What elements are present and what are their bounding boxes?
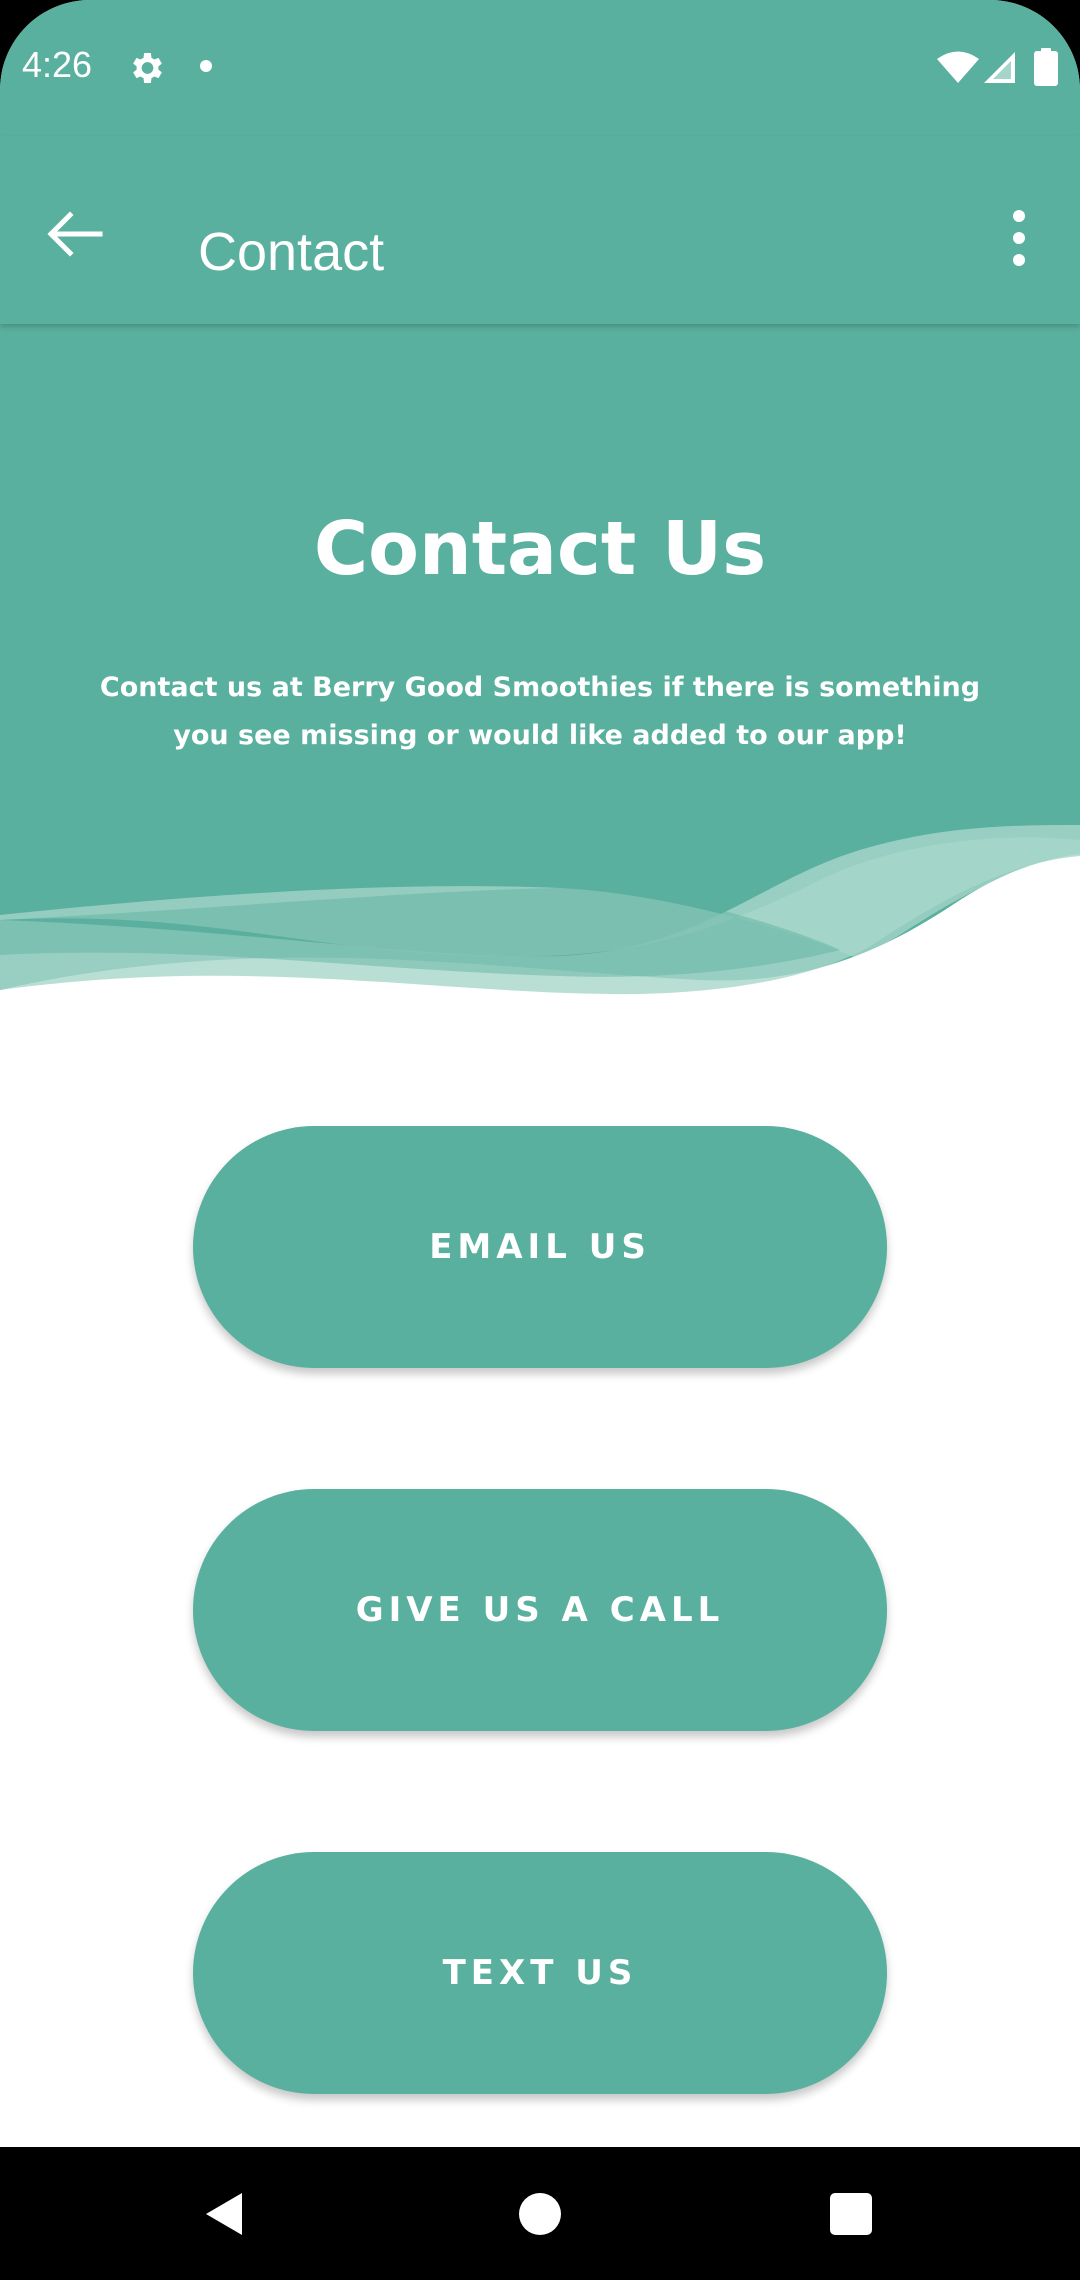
battery-icon (1034, 48, 1058, 86)
wifi-icon (937, 51, 979, 83)
app-bar: Contact (0, 136, 1080, 324)
call-us-button[interactable]: GIVE US A CALL (193, 1489, 887, 1731)
email-us-button[interactable]: EMAIL US (193, 1126, 887, 1368)
wave-decoration (0, 825, 1080, 1070)
status-time: 4:26 (22, 44, 93, 85)
system-nav-bar (0, 2147, 1080, 2280)
nav-back-icon[interactable] (202, 2189, 246, 2239)
text-us-button[interactable]: TEXT US (193, 1852, 887, 2094)
app-title: Contact (198, 222, 385, 282)
nav-recents-icon[interactable] (830, 2193, 872, 2235)
header-title: Contact Us (313, 506, 767, 592)
gear-icon (133, 53, 162, 83)
screen: 4:26 Contact Contact Us Contact us at Be… (0, 0, 1080, 2280)
notification-dot-icon (200, 60, 212, 72)
arrow-left-icon[interactable] (36, 196, 112, 272)
status-bar: 4:26 (0, 0, 1080, 136)
header-description: Contact us at Berry Good Smoothies if th… (99, 672, 981, 751)
nav-home-icon[interactable] (519, 2193, 561, 2235)
cell-signal-icon (984, 52, 1015, 83)
more-vert-icon[interactable] (994, 200, 1044, 276)
